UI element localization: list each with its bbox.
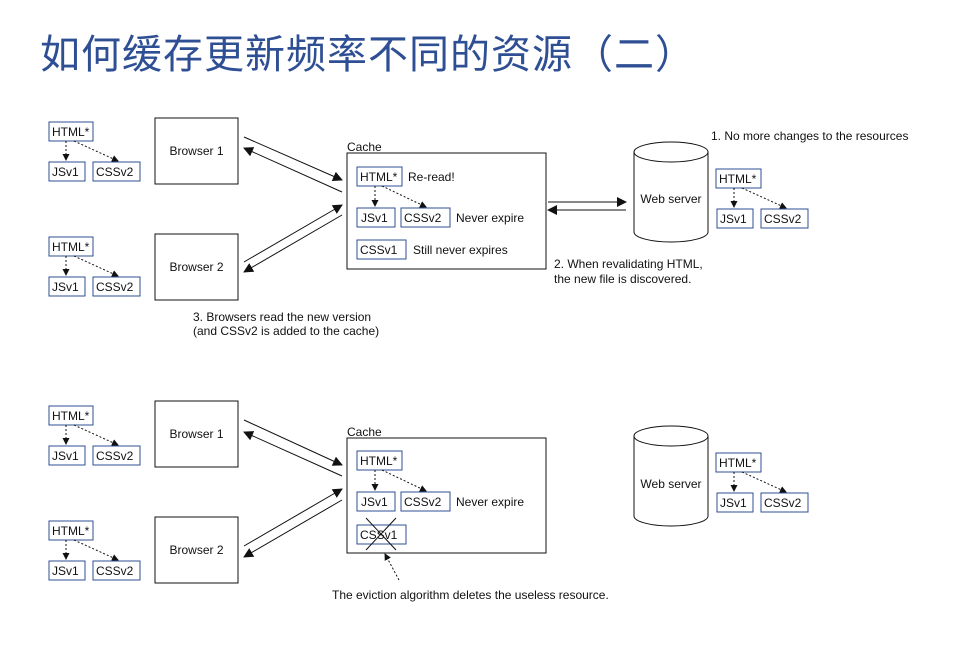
cache-label: Cache (347, 140, 382, 154)
cssv2-label: CSSv2 (404, 211, 442, 225)
browser-1-top: Browser 1 (154, 117, 239, 185)
still-never-expires-label: Still never expires (413, 243, 508, 257)
cssv2-label: CSSv2 (96, 449, 134, 463)
browser-1-label: Browser 1 (169, 144, 223, 158)
browser-2-top: Browser 2 (154, 233, 239, 301)
web-server-label: Web server (640, 192, 701, 206)
note-browsers-read-line1: 3. Browsers read the new version (193, 310, 371, 324)
browser-1-bottom: Browser 1 (154, 400, 239, 468)
cssv2-label: CSSv2 (764, 496, 802, 510)
cssv1-label: CSSv1 (360, 243, 398, 257)
arrows-browser-cache-bottom (243, 419, 343, 558)
web-server-top: Web server (633, 141, 709, 243)
jsv1-label: JSv1 (52, 449, 79, 463)
browser-2-label: Browser 2 (169, 260, 223, 274)
html-label: HTML* (719, 172, 757, 186)
html-label: HTML* (52, 125, 90, 139)
html-label: HTML* (719, 456, 757, 470)
resource-group-browser2-top: HTML* JSv1 CSSv2 (48, 236, 141, 297)
html-label: HTML* (360, 170, 398, 184)
html-label: HTML* (52, 409, 90, 423)
resource-group-server-bottom: HTML* JSv1 CSSv2 (715, 452, 809, 513)
note-no-more-changes: 1. No more changes to the resources (711, 129, 908, 143)
note-browsers-read-line2: (and CSSv2 is added to the cache) (193, 324, 379, 338)
jsv1-label: JSv1 (361, 495, 388, 509)
html-label: HTML* (52, 524, 90, 538)
cache-top: Cache HTML* Re-read! JSv1 CSSv2 Never ex… (346, 140, 547, 270)
web-server-bottom: Web server (633, 425, 709, 527)
cssv2-label: CSSv2 (96, 280, 134, 294)
never-expire-label: Never expire (456, 211, 524, 225)
jsv1-label: JSv1 (720, 212, 747, 226)
cssv2-label: CSSv2 (764, 212, 802, 226)
cssv2-label: CSSv2 (96, 165, 134, 179)
jsv1-label: JSv1 (361, 211, 388, 225)
browser-1-label: Browser 1 (169, 427, 223, 441)
html-label: HTML* (52, 240, 90, 254)
web-server-label: Web server (640, 477, 701, 491)
cssv1-label: CSSv1 (360, 528, 398, 542)
caching-diagram: HTML* JSv1 CSSv2 HTML* JSv1 CSSv2 Browse… (48, 117, 908, 602)
html-label: HTML* (360, 454, 398, 468)
browser-2-label: Browser 2 (169, 543, 223, 557)
cache-label: Cache (347, 425, 382, 439)
jsv1-label: JSv1 (52, 280, 79, 294)
resource-group-browser1-top: HTML* JSv1 CSSv2 (48, 121, 141, 182)
never-expire-label: Never expire (456, 495, 524, 509)
note-revalidating-line1: 2. When revalidating HTML, (554, 257, 703, 271)
resource-group-browser2-bottom: HTML* JSv1 CSSv2 (48, 520, 141, 581)
resource-group-browser1-bottom: HTML* JSv1 CSSv2 (48, 405, 141, 466)
cache-bottom: Cache HTML* JSv1 CSSv2 Never expire CSSv… (346, 425, 547, 554)
jsv1-label: JSv1 (52, 564, 79, 578)
resource-group-server-top: HTML* JSv1 CSSv2 (715, 168, 809, 229)
arrows-cache-server-top (547, 197, 627, 215)
note-eviction: The eviction algorithm deletes the usele… (332, 588, 609, 602)
jsv1-label: JSv1 (52, 165, 79, 179)
browser-2-bottom: Browser 2 (154, 516, 239, 584)
eviction-pointer (384, 553, 400, 581)
cssv2-label: CSSv2 (96, 564, 134, 578)
re-read-label: Re-read! (408, 170, 455, 184)
cssv2-label: CSSv2 (404, 495, 442, 509)
note-revalidating-line2: the new file is discovered. (554, 272, 691, 286)
jsv1-label: JSv1 (720, 496, 747, 510)
arrows-browser-cache-top (243, 136, 343, 273)
